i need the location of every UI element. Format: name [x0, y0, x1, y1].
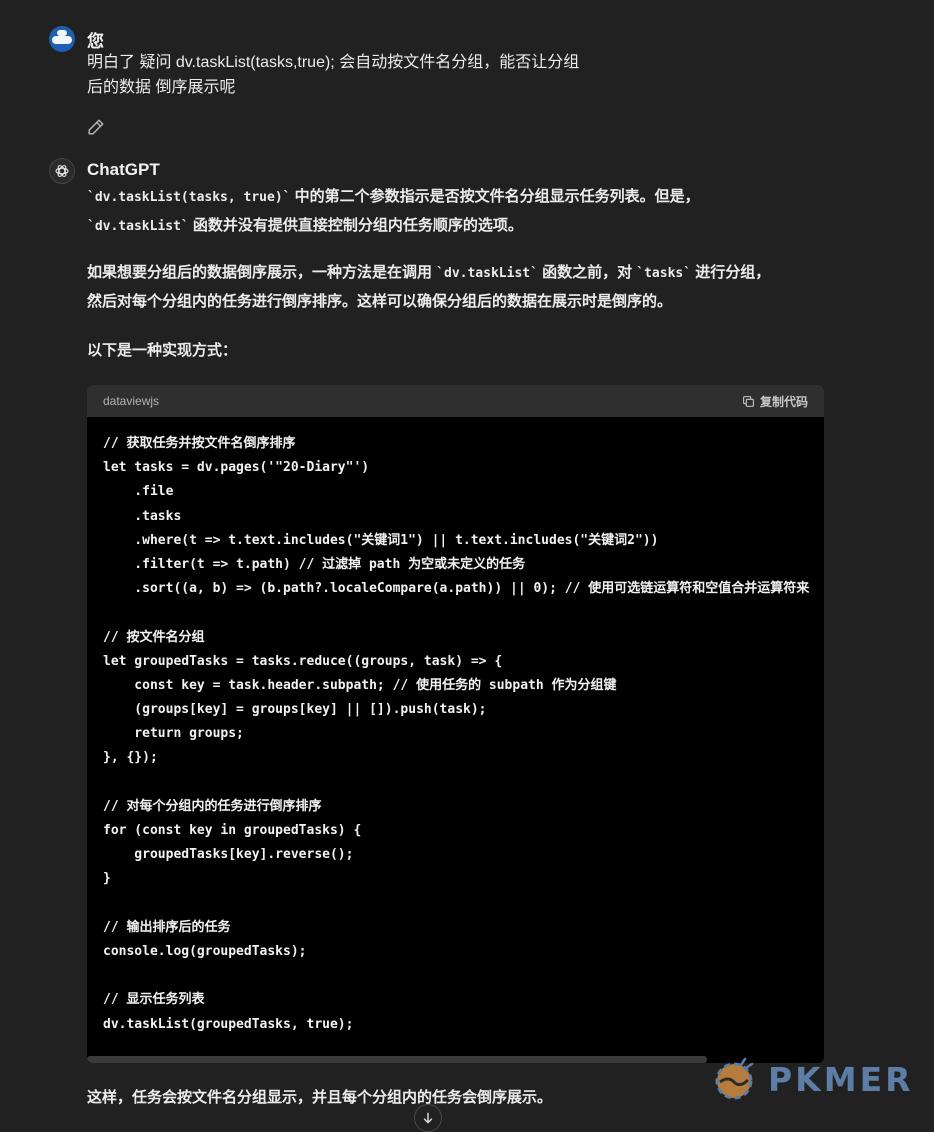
pkmer-watermark: PKMER	[710, 1050, 914, 1108]
code-block-header: dataviewjs 复制代码	[87, 385, 824, 417]
paragraph-text: 如果想要分组后的数据倒序展示，一种方法是在调用	[87, 264, 437, 281]
code-line: return groups;	[103, 726, 244, 742]
watermark-text: PKMER	[768, 1059, 914, 1099]
code-line: }	[103, 871, 111, 887]
arrow-down-icon	[423, 1112, 433, 1124]
horizontal-scrollbar[interactable]	[87, 1056, 707, 1063]
assistant-paragraph-1: `dv.taskList(tasks, true)` 中的第二个参数指示是否按文…	[87, 183, 827, 241]
inline-code: `tasks`	[636, 266, 692, 281]
code-line: // 显示任务列表	[103, 992, 205, 1008]
copy-code-button[interactable]: 复制代码	[742, 393, 808, 410]
code-line: .where(t => t.text.includes("关键词1") || t…	[103, 532, 659, 548]
paragraph-text: 进行分组，	[691, 264, 771, 281]
assistant-name: ChatGPT	[87, 160, 160, 179]
code-block: dataviewjs 复制代码 // 获取任务并按文件名倒序排序 let task…	[87, 385, 824, 1063]
copy-icon	[743, 395, 754, 407]
paragraph-1-line-2: `dv.taskList` 函数并没有提供直接控制分组内任务顺序的选项。	[87, 212, 827, 241]
code-line: dv.taskList(groupedTasks, true);	[103, 1016, 354, 1032]
paragraph-text: 函数并没有提供直接控制分组内任务顺序的选项。	[188, 217, 523, 234]
code-line: const key = task.header.subpath; // 使用任务…	[103, 677, 617, 693]
paragraph-2-line-2: 然后对每个分组内的任务进行倒序排序。这样可以确保分组后的数据在展示时是倒序的。	[87, 293, 673, 310]
code-line: // 输出排序后的任务	[103, 919, 231, 935]
inline-code: `dv.taskList`	[436, 266, 538, 281]
user-message-line-1: 明白了 疑问 dv.taskList(tasks,true); 会自动按文件名分…	[87, 54, 580, 71]
code-content: // 获取任务并按文件名倒序排序 let tasks = dv.pages('"2…	[87, 417, 824, 1037]
copy-code-label: 复制代码	[759, 394, 808, 409]
user-name: 您	[87, 32, 104, 51]
code-line: .tasks	[103, 508, 182, 524]
code-line: .file	[103, 484, 174, 500]
paragraph-2-line-1: 如果想要分组后的数据倒序展示，一种方法是在调用 `dv.taskList` 函数…	[87, 259, 827, 288]
code-line: }, {});	[103, 750, 158, 766]
pencil-icon[interactable]	[87, 118, 105, 136]
code-line: .filter(t => t.path) // 过滤掉 path 为空或未定义的…	[103, 556, 526, 572]
inline-code: `dv.taskList`	[87, 219, 189, 234]
code-line: // 获取任务并按文件名倒序排序	[103, 436, 296, 451]
paragraph-text: 函数之前，对	[537, 264, 637, 281]
code-line: .sort((a, b) => (b.path?.localeCompare(a…	[103, 581, 810, 597]
code-line: let tasks = dv.pages('"20-Diary"')	[103, 460, 370, 476]
code-line: let groupedTasks = tasks.reduce((groups,…	[103, 653, 503, 669]
chatgpt-avatar	[49, 158, 75, 184]
paragraph-1-line-1: `dv.taskList(tasks, true)` 中的第二个参数指示是否按文…	[87, 183, 827, 212]
pkmer-logo-icon	[715, 1057, 754, 1100]
code-line: console.log(groupedTasks);	[103, 943, 307, 959]
user-message: 明白了 疑问 dv.taskList(tasks,true); 会自动按文件名分…	[87, 50, 627, 100]
code-language-label: dataviewjs	[103, 394, 160, 408]
code-line: // 对每个分组内的任务进行倒序排序	[103, 798, 322, 814]
assistant-paragraph-3: 以下是一种实现方式：	[87, 342, 238, 359]
user-avatar	[49, 26, 75, 52]
inline-code: `dv.taskList(tasks, true)`	[87, 190, 291, 205]
user-message-line-2: 后的数据 倒序展示呢	[87, 79, 236, 96]
code-line: // 按文件名分组	[103, 629, 205, 645]
assistant-paragraph-2: 如果想要分组后的数据倒序展示，一种方法是在调用 `dv.taskList` 函数…	[87, 259, 827, 316]
paragraph-text: 中的第二个参数指示是否按文件名分组显示任务列表。但是，	[290, 188, 700, 205]
code-line: groupedTasks[key].reverse();	[103, 847, 354, 863]
code-line: for (const key in groupedTasks) {	[103, 823, 362, 838]
code-line: (groups[key] = groups[key] || []).push(t…	[103, 702, 487, 718]
openai-logo-icon	[55, 165, 69, 177]
